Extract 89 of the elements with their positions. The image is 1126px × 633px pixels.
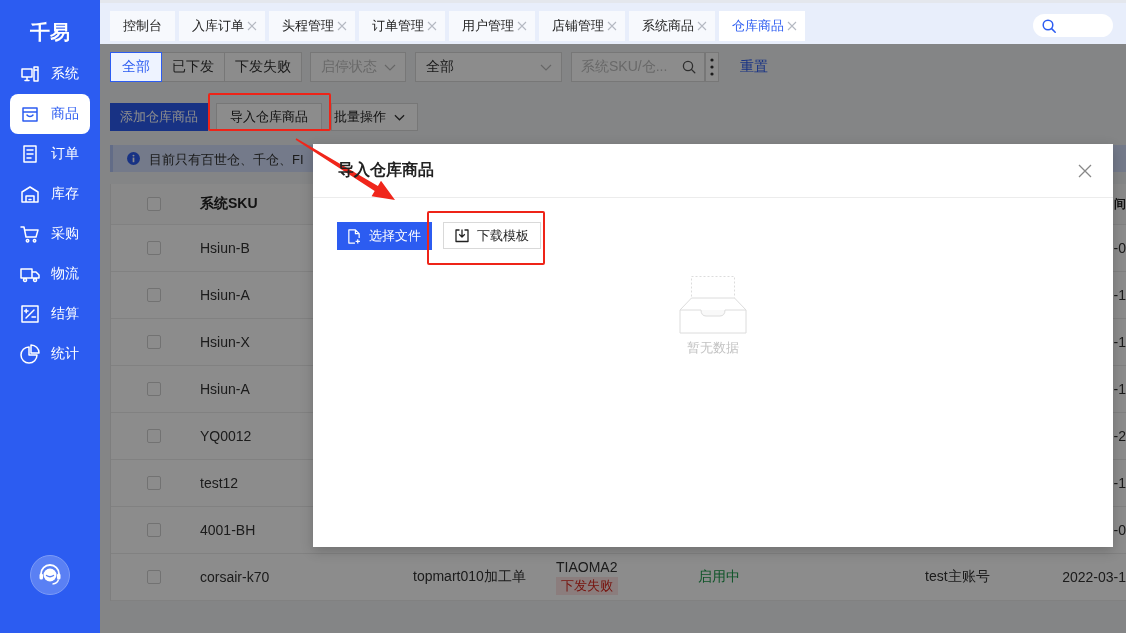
status-filter-button[interactable]: 下发失败 xyxy=(224,52,302,82)
date-text: -1 xyxy=(1113,334,1126,350)
code-text: TIAOMA2 xyxy=(556,559,618,575)
order-name-text: topmart010加工单 xyxy=(413,568,526,586)
percent-icon xyxy=(20,304,40,324)
action-button[interactable]: 添加仓库商品 xyxy=(110,103,208,131)
download-template-button[interactable]: 下载模板 xyxy=(443,222,541,249)
status-filter-button[interactable]: 全部 xyxy=(110,52,162,82)
search-icon xyxy=(682,60,696,74)
sku-text: Hsiun-A xyxy=(200,381,250,397)
date-text: -1 xyxy=(1113,475,1126,491)
checkbox[interactable] xyxy=(147,382,161,396)
close-icon[interactable] xyxy=(697,21,707,31)
tab[interactable]: 系统商品 xyxy=(629,11,715,41)
sku-text: 4001-BH xyxy=(200,522,256,538)
close-icon[interactable] xyxy=(337,21,347,31)
tab[interactable]: 仓库商品 xyxy=(719,11,805,41)
sku-text: Hsiun-A xyxy=(200,287,250,303)
logo-text: 千易 xyxy=(30,20,70,44)
sidebar-item[interactable]: 统计 xyxy=(10,334,90,374)
status-tag: 下发失败 xyxy=(556,577,618,595)
action-button[interactable]: 批量操作 xyxy=(331,103,418,131)
checkbox[interactable] xyxy=(147,523,161,537)
close-icon[interactable] xyxy=(517,21,527,31)
checkbox[interactable] xyxy=(147,429,161,443)
monitor-icon xyxy=(20,64,40,84)
sidebar-item[interactable]: 订单 xyxy=(10,134,90,174)
tab[interactable]: 控制台 xyxy=(110,11,175,41)
empty-inbox-icon xyxy=(679,276,747,334)
date-text: -1 xyxy=(1113,287,1126,303)
sidebar-item[interactable]: 采购 xyxy=(10,214,90,254)
sidebar-item[interactable]: 库存 xyxy=(10,174,90,214)
document-icon xyxy=(20,144,40,164)
chevron-down-icon xyxy=(384,63,396,71)
chevron-down-icon xyxy=(540,63,552,71)
sidebar-item[interactable]: 物流 xyxy=(10,254,90,294)
chevron-down-icon xyxy=(394,113,405,121)
info-icon xyxy=(127,152,140,165)
close-icon[interactable] xyxy=(607,21,617,31)
empty-text: 暂无数据 xyxy=(687,340,739,356)
checkbox[interactable] xyxy=(147,197,161,211)
reset-link[interactable]: 重置 xyxy=(740,58,768,76)
account-text: test主账号 xyxy=(925,568,990,586)
tab[interactable]: 店铺管理 xyxy=(539,11,625,41)
sku-text: Hsiun-B xyxy=(200,240,250,256)
cart-icon xyxy=(20,224,40,244)
pie-chart-icon xyxy=(20,344,40,364)
sidebar-item[interactable]: 结算 xyxy=(10,294,90,334)
sku-text: Hsiun-X xyxy=(200,334,250,350)
tab[interactable]: 头程管理 xyxy=(269,11,355,41)
sku-text: test12 xyxy=(200,475,239,491)
warehouse-icon xyxy=(20,184,40,204)
status-filter-button[interactable]: 已下发 xyxy=(161,52,225,82)
column-heading: 间 xyxy=(1114,195,1126,213)
more-icon xyxy=(710,58,714,76)
checkbox[interactable] xyxy=(147,288,161,302)
date-text: -0 xyxy=(1113,240,1126,256)
search-icon xyxy=(1042,18,1056,33)
tab[interactable]: 订单管理 xyxy=(359,11,445,41)
sku-text: corsair-k70 xyxy=(200,569,270,585)
alert-text: 目前只有百世仓、千仓、FI xyxy=(149,152,304,167)
date-text: -2 xyxy=(1113,428,1126,444)
action-button[interactable]: 导入仓库商品 xyxy=(216,103,322,131)
checkbox[interactable] xyxy=(147,570,161,584)
more-button[interactable] xyxy=(705,52,719,82)
sidebar-item[interactable]: 系统 xyxy=(10,54,90,94)
close-icon[interactable] xyxy=(787,21,797,31)
type-select[interactable]: 全部 xyxy=(415,52,562,82)
download-icon xyxy=(455,228,469,243)
close-icon[interactable] xyxy=(247,21,257,31)
date-text: 2022-03-1 xyxy=(1062,569,1126,585)
checkbox[interactable] xyxy=(147,476,161,490)
checkbox[interactable] xyxy=(147,241,161,255)
tab[interactable]: 入库订单 xyxy=(179,11,265,41)
close-icon[interactable] xyxy=(1078,163,1092,178)
headset-icon[interactable] xyxy=(30,555,70,595)
checkbox[interactable] xyxy=(147,335,161,349)
close-icon[interactable] xyxy=(427,21,437,31)
sku-text: YQ0012 xyxy=(200,428,252,444)
tab[interactable]: 用户管理 xyxy=(449,11,535,41)
file-plus-icon xyxy=(347,228,361,244)
status-text: 启用中 xyxy=(698,568,740,586)
sidebar-item[interactable]: 商品 xyxy=(10,94,90,134)
date-text: -1 xyxy=(1113,381,1126,397)
select-file-button[interactable]: 选择文件 xyxy=(337,222,432,250)
date-text: -0 xyxy=(1113,522,1126,538)
search-field[interactable] xyxy=(1033,14,1113,37)
column-heading: 系统SKU xyxy=(200,195,258,213)
bag-icon xyxy=(20,104,40,124)
